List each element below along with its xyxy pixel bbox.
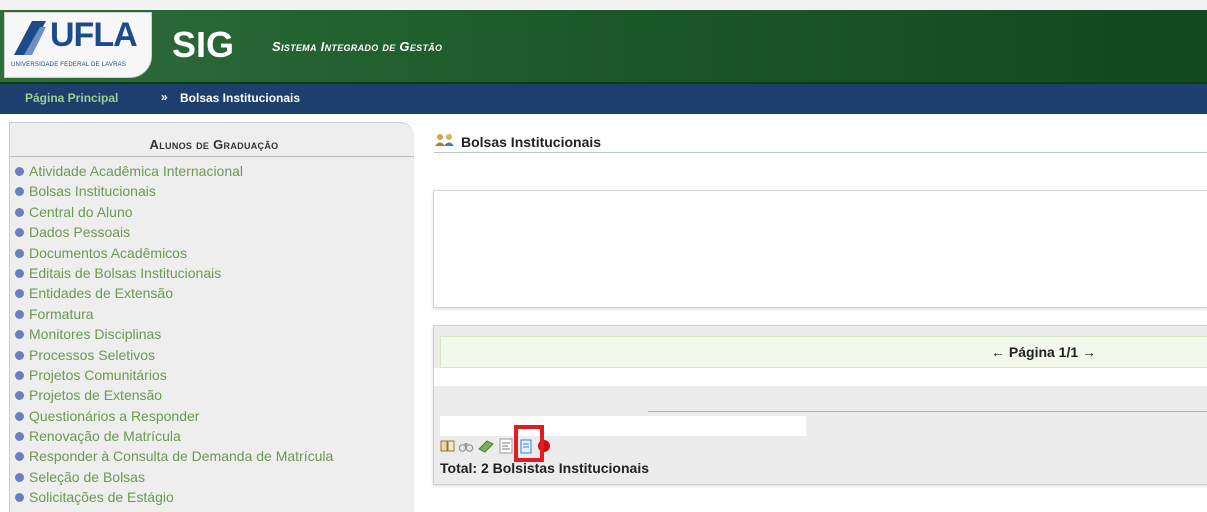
sidebar-item-label[interactable]: Monitores Disciplinas bbox=[29, 326, 161, 342]
table-divider bbox=[648, 411, 1207, 412]
sidebar-item-label[interactable]: Central do Aluno bbox=[29, 204, 133, 220]
bullet-icon bbox=[15, 370, 24, 380]
top-strip bbox=[0, 0, 1207, 10]
app-full-name: Sistema Integrado de Gestão bbox=[272, 39, 443, 54]
ufla-logo[interactable]: UFLA UNIVERSIDADE FEDERAL DE LAVRAS bbox=[4, 12, 152, 78]
bullet-icon bbox=[15, 187, 24, 197]
sidebar-title-divider bbox=[10, 156, 414, 157]
logo-subtitle: UNIVERSIDADE FEDERAL DE LAVRAS bbox=[11, 62, 127, 68]
app-header: UFLA UNIVERSIDADE FEDERAL DE LAVRAS SIG … bbox=[0, 10, 1207, 84]
bullet-icon bbox=[15, 350, 24, 360]
sidebar-item-documentos-academicos[interactable]: Documentos Acadêmicos bbox=[15, 243, 333, 263]
app-name: SIG bbox=[172, 24, 235, 65]
bullet-icon bbox=[15, 330, 24, 340]
breadcrumb-current: Bolsas Institucionais bbox=[180, 91, 301, 105]
bullet-icon bbox=[15, 207, 24, 217]
sidebar-item-label[interactable]: Editais de Bolsas Institucionais bbox=[29, 265, 221, 281]
bullet-icon bbox=[15, 289, 24, 299]
sidebar-item-atividade-academica-internacional[interactable]: Atividade Acadêmica Internacional bbox=[15, 161, 333, 181]
sidebar-item-label[interactable]: Bolsas Institucionais bbox=[29, 183, 156, 199]
bullet-icon bbox=[15, 432, 24, 442]
sidebar-item-label[interactable]: Seleção de Bolsas bbox=[29, 469, 145, 485]
book-icon[interactable] bbox=[440, 438, 456, 454]
sidebar: Alunos de Graduação Atividade Acadêmica … bbox=[9, 122, 414, 512]
sidebar-item-entidades-de-extensao[interactable]: Entidades de Extensão bbox=[15, 283, 333, 303]
result-row-placeholder bbox=[440, 416, 806, 436]
filter-panel bbox=[433, 190, 1207, 308]
sidebar-item-label[interactable]: Dados Pessoais bbox=[29, 224, 130, 240]
bullet-icon bbox=[15, 493, 24, 503]
sidebar-item-label[interactable]: Responder à Consulta de Demanda de Matrí… bbox=[29, 448, 333, 464]
sidebar-item-monitores-disciplinas[interactable]: Monitores Disciplinas bbox=[15, 324, 333, 344]
sidebar-item-label[interactable]: Processos Seletivos bbox=[29, 347, 155, 363]
bullet-icon bbox=[15, 391, 24, 401]
bullet-icon bbox=[15, 268, 24, 278]
logo-text: UFLA bbox=[50, 16, 138, 54]
sidebar-item-consulta-demanda-matricula[interactable]: Responder à Consulta de Demanda de Matrí… bbox=[15, 446, 333, 466]
sidebar-item-label[interactable]: Solicitações de Estágio bbox=[29, 489, 174, 505]
bullet-icon bbox=[15, 167, 24, 176]
bullet-icon bbox=[15, 228, 24, 238]
annotation-highlight-box bbox=[514, 425, 544, 462]
pagination-control[interactable]: ← Página 1/1 → bbox=[991, 344, 1096, 360]
sidebar-item-central-do-aluno[interactable]: Central do Aluno bbox=[15, 202, 333, 222]
sidebar-item-projetos-de-extensao[interactable]: Projetos de Extensão bbox=[15, 385, 333, 405]
sidebar-item-label[interactable]: Projetos Comunitários bbox=[29, 367, 167, 383]
sidebar-item-label[interactable]: Questionários a Responder bbox=[29, 408, 199, 424]
page-title: Bolsas Institucionais bbox=[461, 134, 602, 150]
document-list-icon[interactable] bbox=[498, 438, 514, 454]
bullet-icon bbox=[15, 472, 24, 482]
sidebar-menu: Atividade Acadêmica Internacional Bolsas… bbox=[15, 161, 333, 508]
sidebar-item-label[interactable]: Projetos de Extensão bbox=[29, 387, 162, 403]
sidebar-title: Alunos de Graduação bbox=[149, 137, 279, 152]
bullet-icon bbox=[15, 309, 24, 319]
sidebar-item-label[interactable]: Atividade Acadêmica Internacional bbox=[29, 163, 243, 179]
sidebar-item-renovacao-de-matricula[interactable]: Renovação de Matrícula bbox=[15, 426, 333, 446]
title-divider bbox=[434, 152, 1207, 153]
users-icon bbox=[435, 134, 454, 146]
sidebar-item-label[interactable]: Formatura bbox=[29, 306, 94, 322]
total-count: Total: 2 Bolsistas Institucionais bbox=[440, 460, 650, 476]
money-icon[interactable] bbox=[478, 438, 494, 454]
sidebar-item-dados-pessoais[interactable]: Dados Pessoais bbox=[15, 222, 333, 242]
bullet-icon bbox=[15, 411, 24, 421]
results-panel: ← Página 1/1 → Total: 2 Bolsistas Instit… bbox=[433, 325, 1207, 485]
sidebar-item-editais-de-bolsas[interactable]: Editais de Bolsas Institucionais bbox=[15, 263, 333, 283]
sidebar-item-bolsas-institucionais[interactable]: Bolsas Institucionais bbox=[15, 181, 333, 201]
table-header-strip bbox=[434, 368, 1207, 386]
sidebar-item-solicitacoes-de-estagio[interactable]: Solicitações de Estágio bbox=[15, 487, 333, 507]
breadcrumb-separator: » bbox=[161, 90, 168, 104]
pagination-bar: ← Página 1/1 → bbox=[440, 336, 1207, 368]
breadcrumb-home-link[interactable]: Página Principal bbox=[25, 91, 118, 105]
sidebar-item-label[interactable]: Entidades de Extensão bbox=[29, 285, 173, 301]
sidebar-item-projetos-comunitarios[interactable]: Projetos Comunitários bbox=[15, 365, 333, 385]
breadcrumb: Página Principal » Bolsas Institucionais bbox=[0, 84, 1207, 114]
sidebar-item-selecao-de-bolsas[interactable]: Seleção de Bolsas bbox=[15, 467, 333, 487]
sidebar-item-formatura[interactable]: Formatura bbox=[15, 304, 333, 324]
sidebar-item-questionarios[interactable]: Questionários a Responder bbox=[15, 406, 333, 426]
bullet-icon bbox=[15, 248, 24, 258]
binoculars-icon[interactable] bbox=[458, 438, 474, 454]
sidebar-item-label[interactable]: Renovação de Matrícula bbox=[29, 428, 181, 444]
sidebar-item-processos-seletivos[interactable]: Processos Seletivos bbox=[15, 345, 333, 365]
logo-emblem-icon bbox=[14, 21, 46, 55]
sidebar-item-label[interactable]: Documentos Acadêmicos bbox=[29, 245, 187, 261]
bullet-icon bbox=[15, 452, 24, 462]
